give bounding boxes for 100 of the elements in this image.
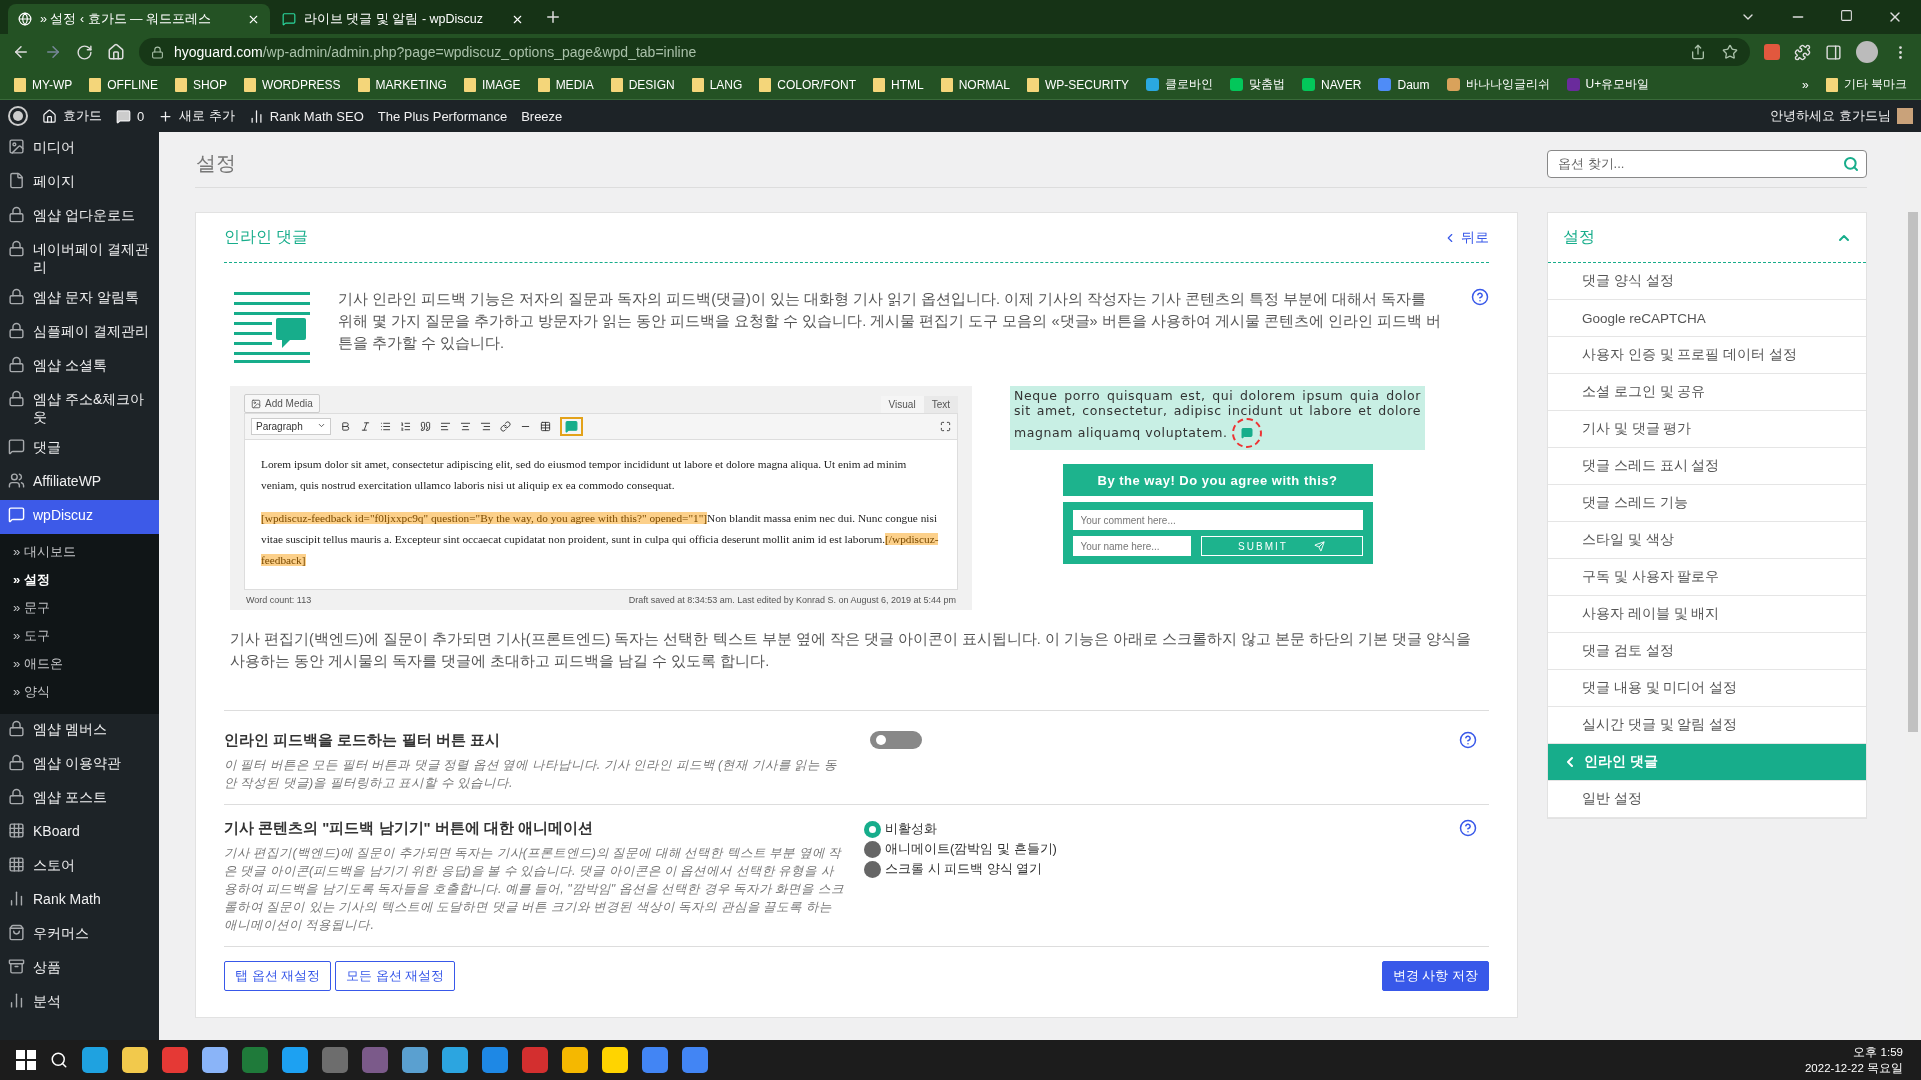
home-icon[interactable] bbox=[107, 43, 125, 61]
app-icon[interactable] bbox=[562, 1047, 588, 1073]
site-link[interactable]: 효가드 bbox=[42, 107, 102, 125]
comment-field[interactable]: Your comment here... bbox=[1072, 510, 1363, 530]
reset-all-button[interactable]: 모든 옵션 재설정 bbox=[335, 961, 456, 991]
radio-option[interactable]: 스크롤 시 피드백 양식 열기 bbox=[864, 859, 1439, 879]
bookmark[interactable]: WORDPRESS bbox=[243, 77, 341, 92]
bookmark[interactable]: MARKETING bbox=[357, 77, 447, 92]
radio-option[interactable]: 비활성화 bbox=[864, 819, 1439, 839]
search-field[interactable]: 옵션 찾기... bbox=[1547, 149, 1867, 178]
bookmark[interactable]: MEDIA bbox=[537, 77, 594, 92]
sidebar-item[interactable]: 엠샵 문자 알림톡 bbox=[0, 282, 159, 316]
sidebar-item[interactable]: AffiliateWP bbox=[0, 466, 159, 500]
submenu-item[interactable]: » 양식 bbox=[0, 678, 159, 706]
address-bar[interactable]: hyoguard.com/wp-admin/admin.php?page=wpdiscuz_options_page&wpd_tab=inline bbox=[139, 38, 1750, 66]
admin-bar-link[interactable]: The Plus Performance bbox=[377, 108, 508, 124]
bookmark[interactable]: NAVER bbox=[1302, 77, 1362, 92]
lock-icon bbox=[151, 45, 164, 59]
submenu-item[interactable]: » 문구 bbox=[0, 594, 159, 622]
sidebar-item[interactable]: 엠샵 소셜톡 bbox=[0, 350, 159, 384]
app-icon[interactable] bbox=[642, 1047, 668, 1073]
bookmark[interactable]: HTML bbox=[873, 77, 924, 92]
bookmark[interactable]: LANG bbox=[691, 77, 743, 92]
bookmark[interactable]: 기타 북마크 bbox=[1825, 76, 1907, 93]
sidebar-item[interactable]: 엠샵 멤버스 bbox=[0, 714, 159, 748]
help-icon[interactable] bbox=[1459, 819, 1477, 837]
side-panel-icon[interactable] bbox=[1825, 43, 1842, 61]
sidebar-item[interactable]: 분석 bbox=[0, 986, 159, 1020]
sidebar-item[interactable]: 엠샵 주소&체크아웃 bbox=[0, 384, 159, 432]
app-icon[interactable] bbox=[202, 1047, 228, 1073]
bookmark[interactable]: NORMAL bbox=[940, 77, 1011, 92]
puzzle-icon[interactable] bbox=[1794, 43, 1811, 61]
admin-bar-link[interactable]: Rank Math SEO bbox=[248, 108, 364, 124]
account-link[interactable]: 안녕하세요 효가드님 bbox=[1770, 107, 1913, 125]
reload-icon[interactable] bbox=[76, 43, 93, 61]
sidebar-item[interactable]: 엠샵 포스트 bbox=[0, 782, 159, 816]
submenu-item[interactable]: » 애드온 bbox=[0, 650, 159, 678]
app-icon[interactable] bbox=[162, 1047, 188, 1073]
back-icon[interactable] bbox=[12, 43, 30, 61]
sidebar-item[interactable]: 미디어 bbox=[0, 132, 159, 166]
search-icon[interactable] bbox=[50, 1051, 68, 1069]
bookmark[interactable]: MY-WP bbox=[14, 77, 73, 92]
sidebar-item[interactable]: 댓글 bbox=[0, 432, 159, 466]
bookmark[interactable]: WP-SECURITY bbox=[1027, 77, 1130, 92]
profile-avatar[interactable] bbox=[1856, 41, 1878, 63]
bookmark[interactable]: OFFLINE bbox=[89, 77, 158, 92]
align-left-icon bbox=[440, 421, 451, 432]
app-icon[interactable] bbox=[682, 1047, 708, 1073]
help-icon[interactable] bbox=[1471, 288, 1489, 306]
sidebar-item[interactable]: 스토어 bbox=[0, 850, 159, 884]
windows-icon[interactable] bbox=[16, 1050, 36, 1070]
forward-icon[interactable] bbox=[44, 43, 62, 61]
bookmark[interactable]: COLOR/FONT bbox=[759, 77, 856, 92]
bookmark[interactable]: 바나나잉글리쉬 bbox=[1446, 76, 1550, 93]
app-icon[interactable] bbox=[282, 1047, 308, 1073]
radio-option[interactable]: 애니메이트(깜박임 및 흔들기) bbox=[864, 839, 1439, 859]
new-tab-icon[interactable] bbox=[544, 8, 562, 26]
bookmark[interactable]: 맞춤법 bbox=[1230, 76, 1286, 93]
bookmark[interactable]: 클로바인 bbox=[1146, 76, 1214, 93]
menu-icon bbox=[8, 288, 25, 305]
app-icon[interactable] bbox=[122, 1047, 148, 1073]
star-icon[interactable] bbox=[1722, 44, 1738, 60]
sidebar-item[interactable]: 네이버페이 결제관리 bbox=[0, 234, 159, 282]
share-icon[interactable] bbox=[1690, 44, 1706, 60]
more-bookmarks-button[interactable]: » bbox=[1801, 77, 1809, 92]
app-icon[interactable] bbox=[522, 1047, 548, 1073]
app-icon[interactable] bbox=[442, 1047, 468, 1073]
submenu-item[interactable]: » 설정 bbox=[0, 566, 159, 594]
app-icon[interactable] bbox=[602, 1047, 628, 1073]
restore-icon[interactable] bbox=[1840, 9, 1853, 22]
new-content-link[interactable]: 새로 추가 bbox=[158, 107, 235, 125]
browser-tab[interactable]: 라이브 댓글 및 알림 - wpDiscuz bbox=[272, 4, 534, 34]
browser-tab[interactable]: » 설정 ‹ 효가드 — 워드프레스 bbox=[8, 4, 270, 34]
sidebar-item[interactable]: 페이지 bbox=[0, 166, 159, 200]
bookmark[interactable]: U+유모바일 bbox=[1566, 76, 1650, 93]
bookmark[interactable]: DESIGN bbox=[610, 77, 675, 92]
app-icon[interactable] bbox=[82, 1047, 108, 1073]
name-field[interactable]: Your name here... bbox=[1072, 536, 1191, 556]
sidebar-item[interactable]: KBoard bbox=[0, 816, 159, 850]
bookmark[interactable]: SHOP bbox=[174, 77, 227, 92]
toggle-switch[interactable] bbox=[870, 731, 922, 749]
help-icon[interactable] bbox=[1459, 731, 1477, 749]
comments-link[interactable]: 0 bbox=[116, 108, 145, 124]
sidebar-item[interactable]: wpDiscuz bbox=[0, 500, 159, 534]
app-icon[interactable] bbox=[402, 1047, 428, 1073]
sidebar-item[interactable]: 우커머스 bbox=[0, 918, 159, 952]
sidebar-item[interactable]: 심플페이 결제관리 bbox=[0, 316, 159, 350]
admin-bar-link[interactable]: Breeze bbox=[521, 108, 563, 124]
sidebar-item[interactable]: 엠샵 이용약관 bbox=[0, 748, 159, 782]
sidebar-item[interactable]: Rank Math bbox=[0, 884, 159, 918]
reset-tab-button[interactable]: 탭 옵션 재설정 bbox=[224, 961, 332, 991]
app-icon[interactable] bbox=[482, 1047, 508, 1073]
sidebar-item[interactable]: 상품 bbox=[0, 952, 159, 986]
sidebar-item[interactable]: 엠샵 업다운로드 bbox=[0, 200, 159, 234]
bookmark[interactable]: Daum bbox=[1378, 77, 1430, 92]
save-button[interactable]: 변경 사항 저장 bbox=[1381, 961, 1489, 991]
bookmark[interactable]: IMAGE bbox=[463, 77, 521, 92]
submenu-item[interactable]: » 대시보드 bbox=[0, 538, 159, 566]
back-link[interactable]: 뒤로 bbox=[1443, 228, 1489, 247]
submenu-item[interactable]: » 도구 bbox=[0, 622, 159, 650]
